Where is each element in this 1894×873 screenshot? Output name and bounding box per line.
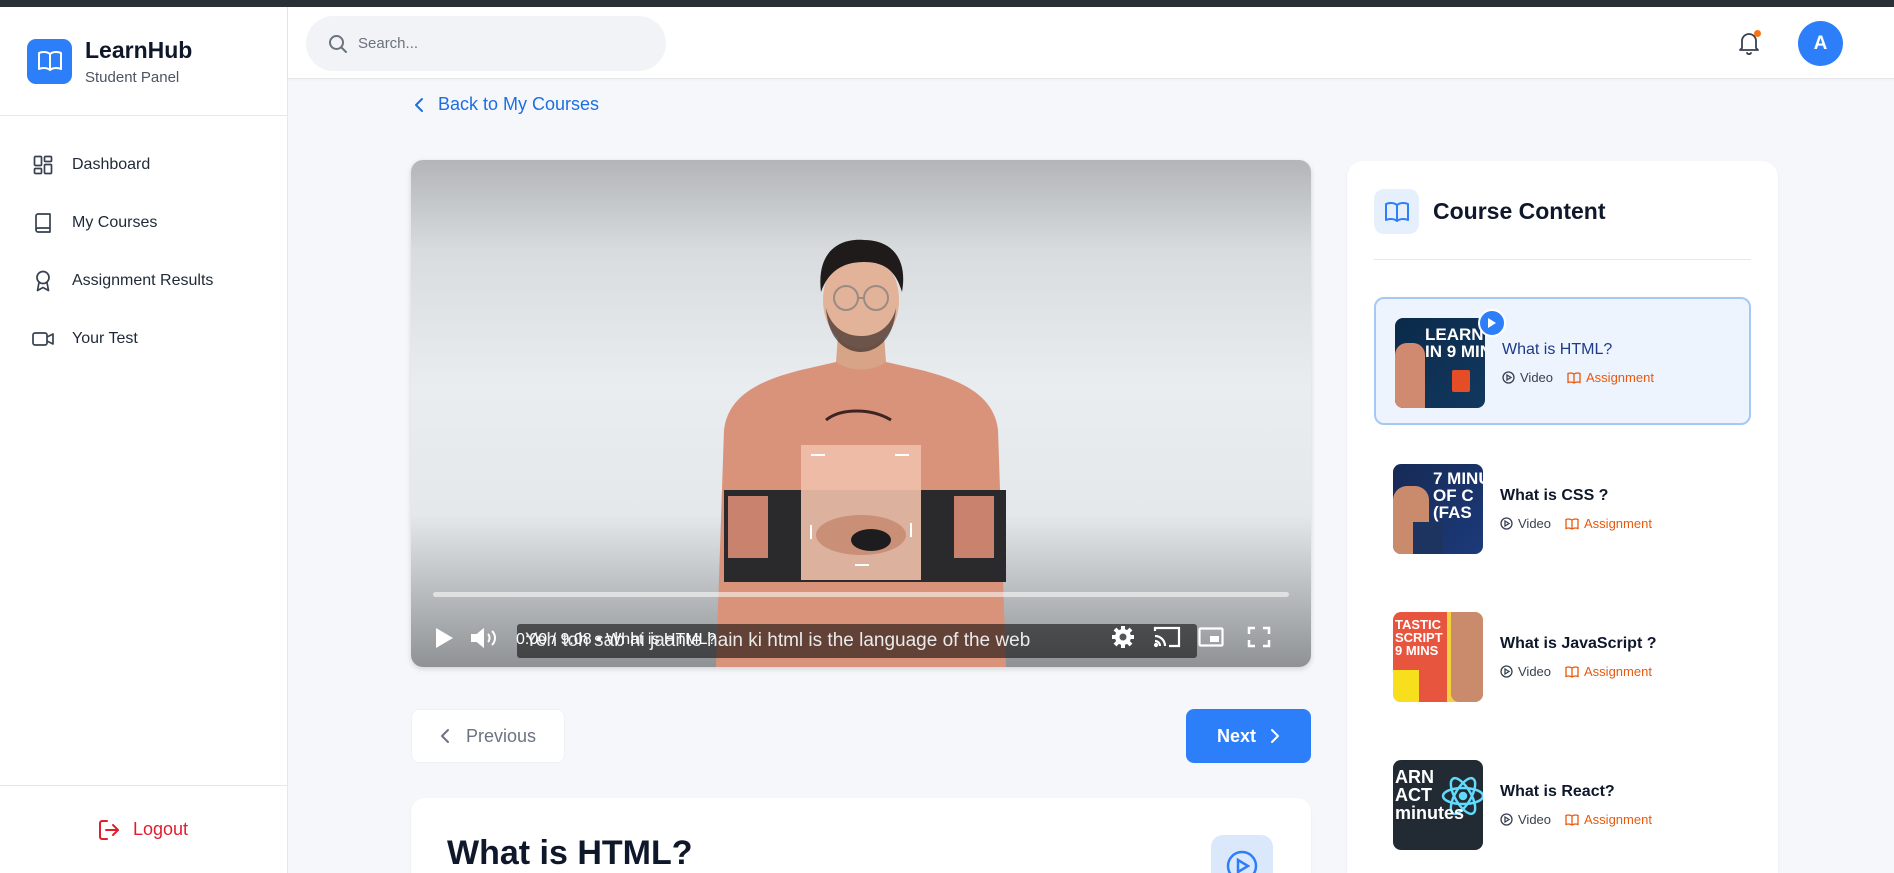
notifications-button[interactable] [1735,29,1763,57]
notification-dot [1754,30,1761,37]
search-input[interactable] [358,35,638,52]
video-label: Video [1518,516,1552,531]
lesson-title: What is HTML? [1502,341,1613,358]
brand-subtitle: Student Panel [85,68,180,86]
assignment-link[interactable]: Assignment [1567,370,1654,385]
video-tag: Video [1500,812,1551,827]
play-circle-icon [1502,371,1515,384]
search-bar[interactable] [306,16,666,71]
video-label: Video [1518,812,1552,827]
chevron-right-icon [1270,728,1280,744]
lesson-thumbnail: ARN ACT minutes [1393,760,1483,850]
book-open-icon [1565,813,1579,826]
dashboard-grid-icon [32,154,54,176]
fullscreen-icon[interactable] [1244,623,1274,651]
book-open-icon [1565,665,1579,678]
sidebar: LearnHub Student Panel Dashboard My Cour… [0,7,288,873]
award-icon [32,270,54,292]
video-tag: Video [1500,664,1551,679]
sidebar-item-label: Your Test [72,330,138,347]
video-controls: Yeh toh sab hi jaante hain ki html is th… [411,608,1311,667]
video-tag: Video [1502,370,1553,385]
assignment-link[interactable]: Assignment [1565,516,1652,531]
divider [1374,259,1751,260]
previous-button[interactable]: Previous [411,709,565,763]
logout-section: Logout [0,785,287,873]
assignment-label: Assignment [1586,370,1654,385]
now-playing-icon [1478,309,1506,337]
previous-label: Previous [465,725,537,746]
window-top-strip [0,0,1894,7]
lesson-item-react[interactable]: ARN ACT minutes What is React? Video Ass… [1374,741,1751,869]
back-link-label: Back to My Courses [438,94,600,114]
lesson-title: What is JavaScript ? [1500,635,1657,652]
logout-label: Logout [132,819,189,839]
thumbnail-text: 7 MINU OF C (FAS [1433,469,1483,522]
top-header: A [288,7,1894,79]
settings-gear-icon[interactable] [1109,623,1137,651]
lesson-item-css[interactable]: 7 MINU OF C (FAS What is CSS ? Video Ass… [1374,445,1751,573]
book-open-icon [1565,517,1579,530]
volume-icon[interactable] [469,625,501,651]
play-circle-icon [1500,813,1513,826]
assignment-label: Assignment [1584,516,1652,531]
sidebar-item-assignment-results[interactable]: Assignment Results [0,252,287,310]
thumbnail-text: LEARN H IN 9 MINU [1425,325,1485,361]
lesson-thumbnail: LEARN H IN 9 MINU [1395,318,1485,408]
course-content-panel: Course Content LEARN H IN 9 MINU What is… [1347,161,1778,873]
chevron-left-icon [414,97,424,113]
chevron-left-icon [440,728,450,744]
miniplayer-icon[interactable] [1196,623,1226,651]
next-button[interactable]: Next [1186,709,1311,763]
lesson-item-javascript[interactable]: TASTIC SCRIPT 9 MINS What is JavaScript … [1374,593,1751,721]
back-to-courses-link[interactable]: Back to My Courses [414,94,599,115]
book-open-icon [1567,371,1581,384]
sidebar-item-dashboard[interactable]: Dashboard [0,136,287,194]
sidebar-item-my-courses[interactable]: My Courses [0,194,287,252]
brand: LearnHub Student Panel [0,7,287,116]
book-icon [32,212,54,234]
lesson-title: What is HTML? [447,834,693,872]
video-label: Video [1520,370,1554,385]
next-label: Next [1216,725,1256,746]
sidebar-item-label: Assignment Results [72,272,214,289]
lesson-item-html[interactable]: LEARN H IN 9 MINU What is HTML? Video As… [1374,297,1751,425]
sidebar-nav: Dashboard My Courses Assignment Results [0,116,287,368]
presenter-image [716,239,1006,667]
assignment-link[interactable]: Assignment [1565,664,1652,679]
sidebar-item-label: Dashboard [72,156,151,173]
play-icon[interactable] [431,625,457,651]
sidebar-item-your-test[interactable]: Your Test [0,310,287,368]
play-circle-icon [1500,517,1513,530]
book-open-icon [1374,189,1419,234]
assignment-link[interactable]: Assignment [1565,812,1652,827]
thumbnail-text: TASTIC SCRIPT 9 MINS [1395,617,1443,658]
thumbnail-text: ARN ACT minutes [1395,767,1465,823]
video-time: 0:00 / 9:08 • What is HTML? [516,631,717,648]
course-content-title: Course Content [1433,198,1606,224]
video-tag: Video [1500,516,1551,531]
cast-icon[interactable] [1152,623,1182,651]
video-camera-icon [32,328,54,350]
sidebar-item-label: My Courses [72,214,158,231]
book-open-logo-icon [27,38,72,84]
lesson-thumbnail: TASTIC SCRIPT 9 MINS [1393,612,1483,702]
video-label: Video [1518,664,1552,679]
lesson-thumbnail: 7 MINU OF C (FAS [1393,464,1483,554]
brand-title: LearnHub [85,36,193,63]
video-progress-bar[interactable] [433,592,1289,597]
play-circle-icon [1211,835,1273,873]
video-player[interactable]: Yeh toh sab hi jaante hain ki html is th… [411,160,1311,667]
avatar[interactable]: A [1798,21,1843,66]
assignment-label: Assignment [1584,664,1652,679]
logout-icon [98,819,121,840]
logout-button[interactable]: Logout [98,819,189,840]
lesson-title: What is React? [1500,783,1615,800]
lesson-title: What is CSS ? [1500,487,1609,504]
search-icon [328,34,348,54]
lesson-details-card: What is HTML? [411,798,1311,873]
play-circle-icon [1500,665,1513,678]
assignment-label: Assignment [1584,812,1652,827]
